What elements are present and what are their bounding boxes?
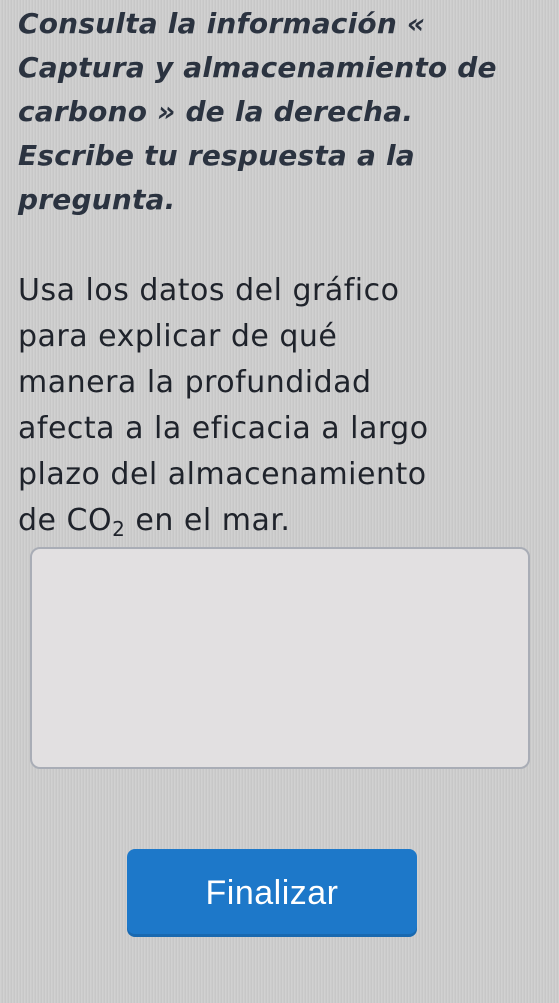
question-line: de CO2 en el mar.: [18, 498, 548, 544]
instructions-line: Captura y almacenamiento de: [18, 51, 497, 84]
question-line: afecta a la eficacia a largo: [18, 411, 429, 446]
instructions-line: Consulta la información «: [18, 7, 426, 40]
question-panel: Consulta la información « Captura y alma…: [0, 0, 559, 1003]
co2-subscript: 2: [112, 517, 126, 541]
question-line: Usa los datos del gráfico: [18, 273, 400, 308]
instructions-line: Escribe tu respuesta a la: [18, 139, 415, 172]
co2-formula: CO2: [66, 503, 126, 541]
instructions-line: pregunta.: [18, 183, 176, 216]
instructions-text: Consulta la información « Captura y alma…: [18, 2, 548, 222]
question-line: para explicar de qué: [18, 319, 338, 354]
question-prompt: Usa los datos del gráfico para explicar …: [18, 268, 548, 544]
co2-base: CO: [66, 503, 113, 538]
instructions-line: carbono » de la derecha.: [18, 95, 414, 128]
finish-button[interactable]: Finalizar: [127, 849, 417, 937]
answer-textarea[interactable]: [30, 547, 530, 769]
question-line: plazo del almacenamiento: [18, 457, 427, 492]
question-line: manera la profundidad: [18, 365, 372, 400]
question-text-segment: en el mar.: [125, 503, 291, 538]
question-text-segment: de: [18, 503, 67, 538]
